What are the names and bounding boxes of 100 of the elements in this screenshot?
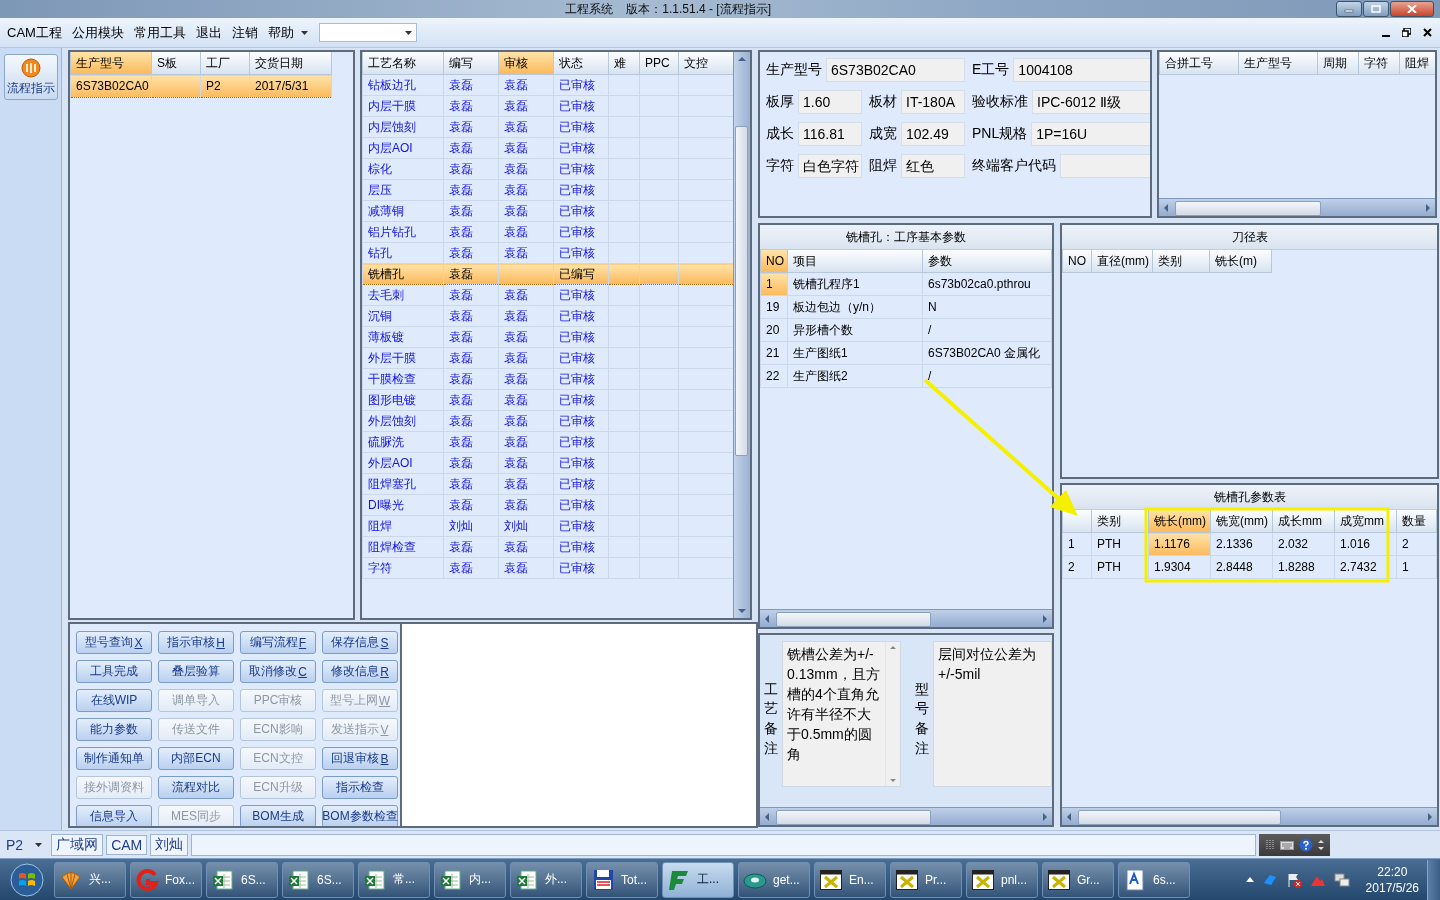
menu-item[interactable]: 帮助: [262, 23, 313, 42]
table-row[interactable]: 铣槽孔 袁磊 已编写: [362, 263, 733, 285]
menu-item[interactable]: 注销: [226, 23, 263, 42]
window-icon: [895, 867, 919, 892]
text-field[interactable]: 白色字符: [798, 154, 862, 178]
column-header[interactable]: 审核: [498, 52, 554, 75]
flow-button[interactable]: 流程指示: [4, 54, 58, 100]
column-header[interactable]: 直径(mm): [1091, 250, 1153, 273]
column-header[interactable]: 工艺名称: [362, 52, 444, 75]
column-header[interactable]: 项目: [787, 250, 923, 273]
table-cell: 6s73b02ca0.pthrou: [922, 272, 1052, 296]
dropdown-field[interactable]: [318, 23, 417, 42]
taskbar-button[interactable]: En...: [814, 861, 886, 898]
column-header[interactable]: 周期: [1317, 52, 1359, 75]
text-field[interactable]: 102.49: [901, 122, 965, 146]
show-desktop-button[interactable]: [1427, 859, 1440, 900]
action-button[interactable]: 能力参数: [76, 718, 152, 741]
column-header[interactable]: 阻焊: [1399, 52, 1435, 75]
taskbar-button[interactable]: pnl...: [966, 861, 1038, 898]
close-button[interactable]: [1390, 1, 1434, 17]
action-button[interactable]: 信息导入: [76, 805, 152, 826]
action-button[interactable]: 回退审核B: [322, 747, 398, 770]
menu-item[interactable]: CAM工程: [2, 23, 67, 42]
text-field[interactable]: 1.60: [798, 90, 862, 114]
action-button[interactable]: 在线WIP: [76, 689, 152, 712]
action-button[interactable]: 指示检查: [322, 776, 398, 799]
table-cell: 2.7432: [1334, 555, 1397, 579]
taskbar-button[interactable]: Pr...: [890, 861, 962, 898]
column-header[interactable]: 交货日期: [249, 52, 332, 75]
column-header[interactable]: NO: [1062, 250, 1092, 273]
action-button[interactable]: BOM生成: [240, 805, 316, 826]
column-header[interactable]: NO: [760, 250, 788, 273]
spreadsheet-icon: [515, 867, 539, 892]
taskbar-button[interactable]: Tot...: [586, 861, 658, 898]
column-header[interactable]: 参数: [922, 250, 1052, 273]
column-header[interactable]: 编写: [443, 52, 499, 75]
taskbar-button[interactable]: get...: [738, 861, 810, 898]
column-header[interactable]: 合拼工号: [1159, 52, 1239, 75]
text-area[interactable]: 铣槽公差为+/-0.13mm，且方槽的4个直角允许有半径不大于0.5mm的圆角: [782, 641, 901, 787]
menu-item[interactable]: 退出: [190, 23, 227, 42]
scrollbar[interactable]: [760, 609, 1052, 627]
scrollbar[interactable]: [1062, 807, 1437, 825]
taskbar-button[interactable]: 6s...: [1118, 861, 1190, 898]
column-header[interactable]: S板: [151, 52, 201, 75]
table-row[interactable]: 6S73B02CA0 P2 2017/5/31: [70, 74, 332, 98]
text-field[interactable]: 6S73B02CA0: [826, 58, 965, 82]
column-header[interactable]: 文控: [678, 52, 733, 75]
action-button[interactable]: 制作通知单: [76, 747, 152, 770]
language-bar[interactable]: [1259, 833, 1330, 856]
menu-item[interactable]: 常用工具: [128, 23, 191, 42]
table-cell: 袁磊: [443, 221, 499, 243]
text-field[interactable]: 1P=16U: [1031, 122, 1150, 146]
column-header[interactable]: 类别: [1152, 250, 1210, 273]
column-header[interactable]: 生产型号: [1238, 52, 1318, 75]
table-cell: 已审核: [553, 536, 609, 558]
taskbar-button[interactable]: 工...: [662, 861, 734, 898]
action-button[interactable]: 指示审核H: [158, 631, 234, 654]
text-field[interactable]: IPC-6012 Ⅱ级: [1032, 90, 1150, 114]
scrollbar[interactable]: [733, 52, 750, 618]
action-button[interactable]: BOM参数检查: [322, 805, 398, 826]
taskbar-button[interactable]: 兴...: [54, 861, 126, 898]
minimize-button[interactable]: [1336, 1, 1362, 17]
taskbar-button[interactable]: 内...: [434, 861, 506, 898]
column-header[interactable]: 状态: [553, 52, 609, 75]
taskbar-button[interactable]: Fox...: [130, 861, 202, 898]
scrollbar[interactable]: [760, 807, 1052, 825]
taskbar-button[interactable]: 6S...: [282, 861, 354, 898]
column-header[interactable]: 数量: [1396, 510, 1437, 533]
action-button[interactable]: 编写流程F: [240, 631, 316, 654]
scrollbar[interactable]: [1159, 198, 1435, 216]
taskbar-button[interactable]: 常...: [358, 861, 430, 898]
column-header[interactable]: 字符: [1358, 52, 1400, 75]
text-field[interactable]: 红色: [901, 154, 965, 178]
maximize-button[interactable]: [1363, 1, 1389, 17]
action-button[interactable]: 修改信息R: [322, 660, 398, 683]
taskbar-button[interactable]: Gr...: [1042, 861, 1114, 898]
table-cell: 已审核: [553, 221, 609, 243]
text-field[interactable]: IT-180A: [901, 90, 965, 114]
action-button[interactable]: 内部ECN: [158, 747, 234, 770]
text-area[interactable]: 层间对位公差为+/-5mil: [933, 641, 1052, 787]
text-field[interactable]: [1060, 154, 1150, 178]
text-field[interactable]: 116.81: [798, 122, 862, 146]
column-header[interactable]: 生产型号: [70, 52, 152, 75]
text-field[interactable]: 1004108: [1013, 58, 1150, 82]
column-header[interactable]: PPC: [639, 52, 679, 75]
action-button[interactable]: 流程对比: [158, 776, 234, 799]
action-button[interactable]: 取消修改 C: [240, 660, 316, 683]
site-dropdown[interactable]: P2: [4, 836, 49, 853]
column-header[interactable]: 类别: [1091, 510, 1149, 533]
column-header[interactable]: 铣长(m): [1209, 250, 1272, 273]
column-header[interactable]: 难: [608, 52, 640, 75]
action-button[interactable]: 型号查询 X: [76, 631, 152, 654]
column-header[interactable]: 工厂: [200, 52, 250, 75]
action-button[interactable]: 工具完成: [76, 660, 152, 683]
action-button[interactable]: 保存信息S: [322, 631, 398, 654]
action-button[interactable]: 叠层验算: [158, 660, 234, 683]
column-header[interactable]: [1062, 510, 1092, 533]
menu-item[interactable]: 公用模块: [66, 23, 129, 42]
taskbar-button[interactable]: 6S...: [206, 861, 278, 898]
taskbar-button[interactable]: 外...: [510, 861, 582, 898]
